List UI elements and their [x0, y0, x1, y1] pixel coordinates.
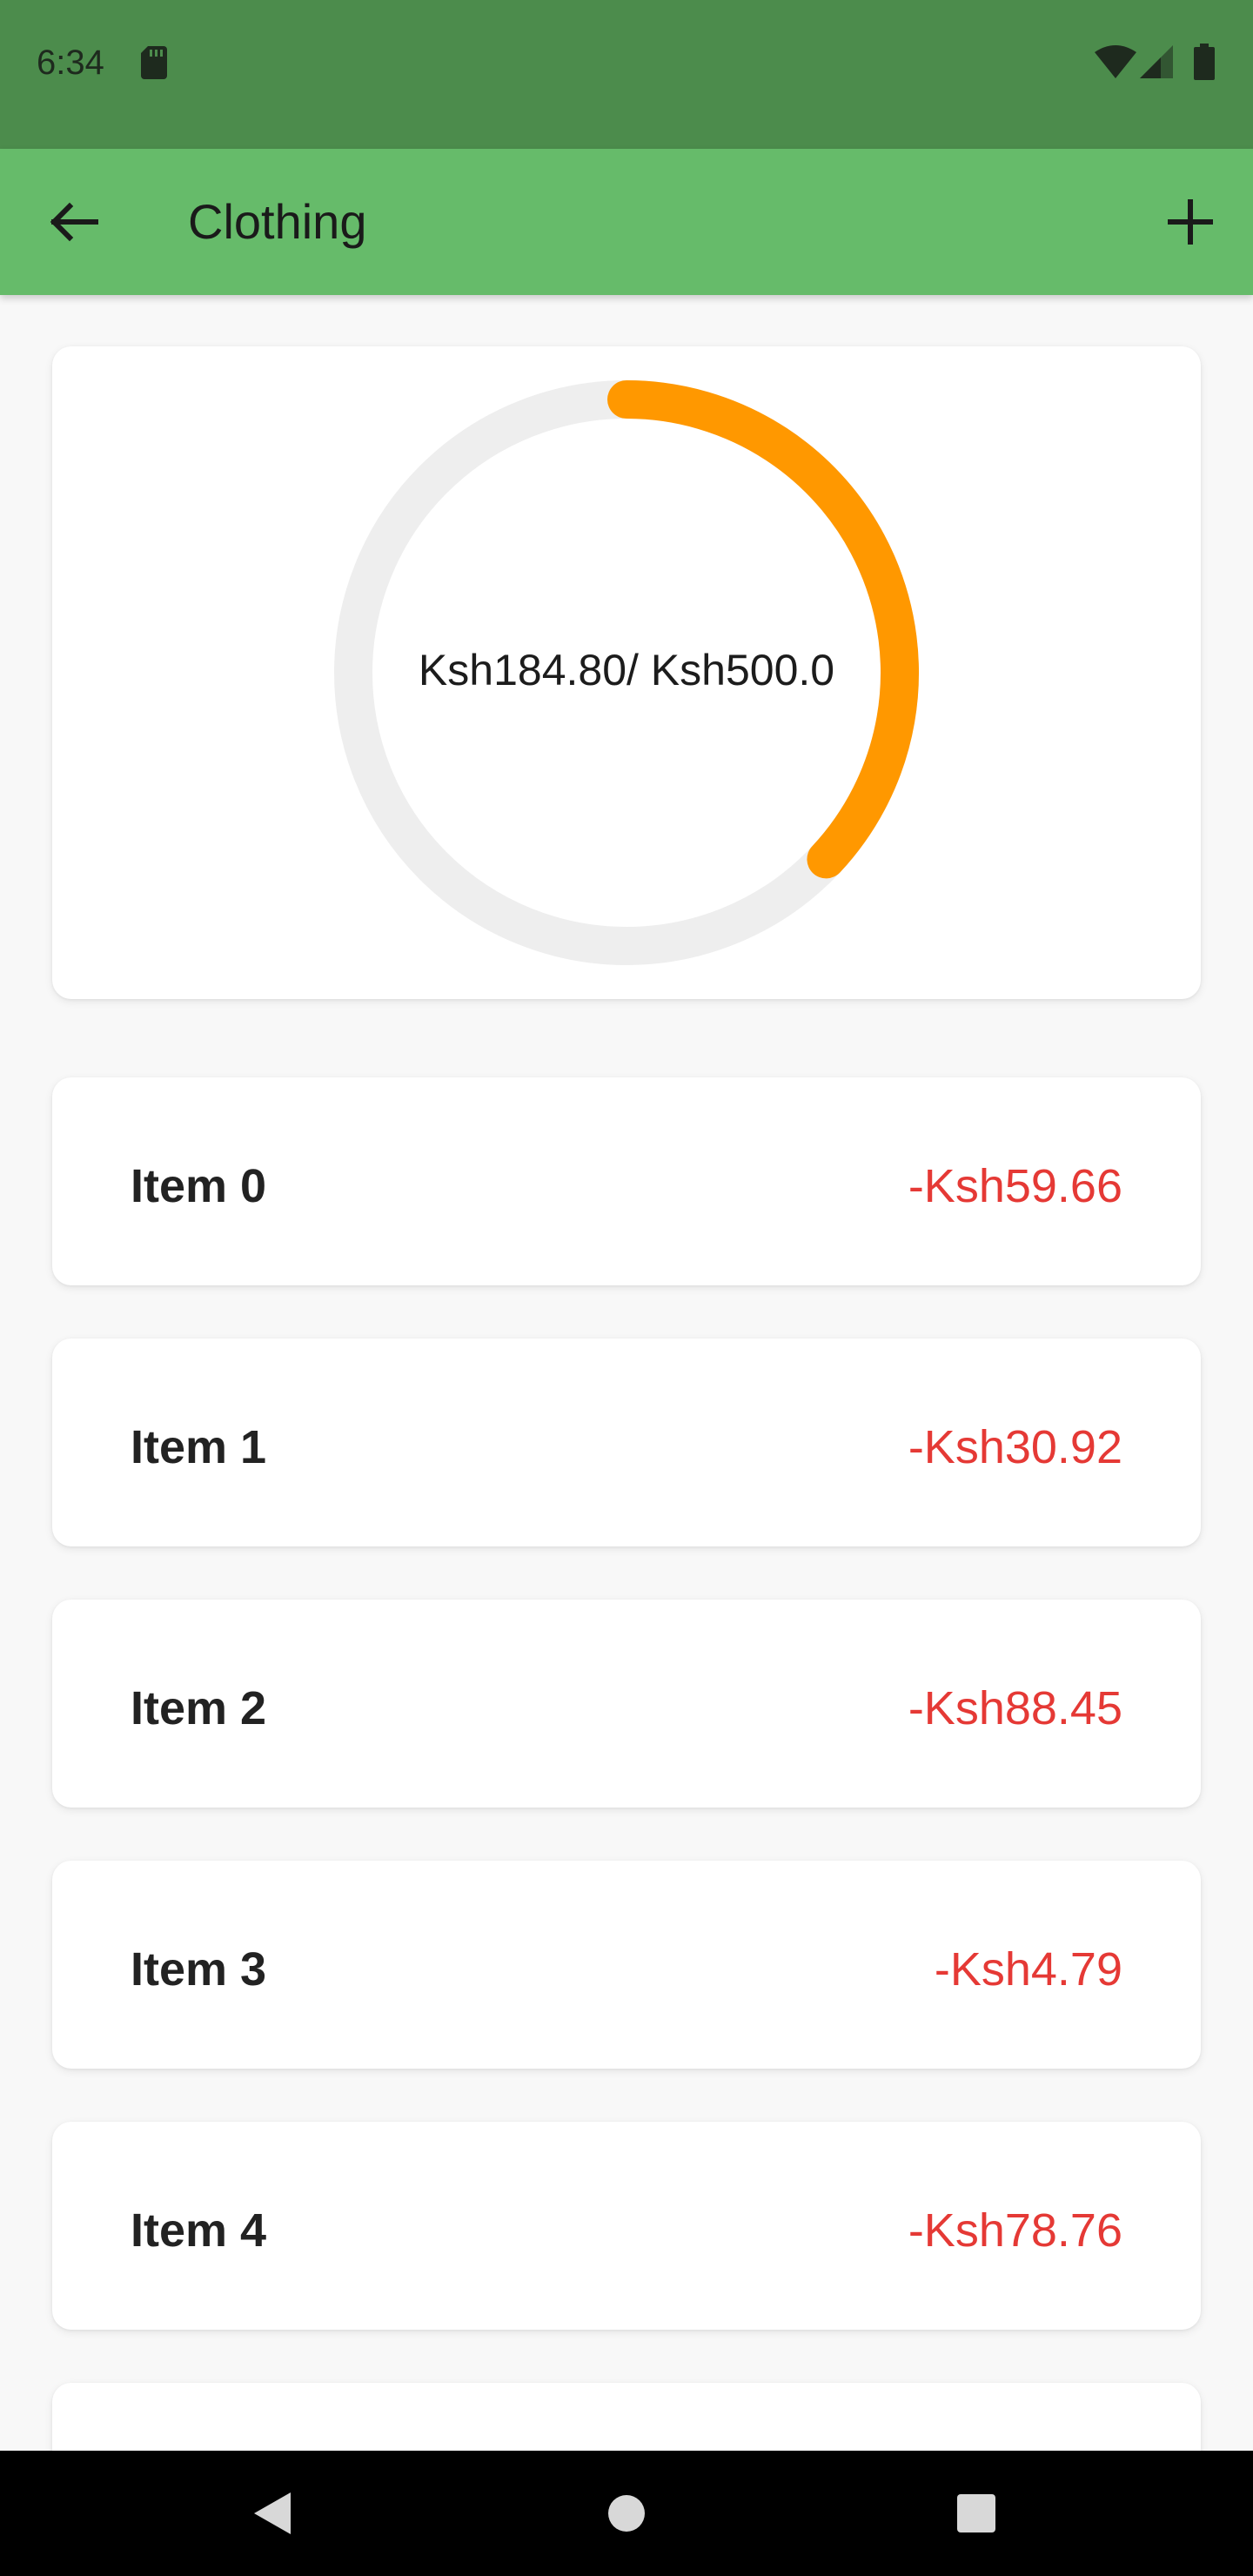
item-name: Item 2	[131, 1682, 267, 1734]
app-bar: Clothing	[0, 149, 1253, 295]
item-amount: -Ksh59.66	[908, 1160, 1122, 1212]
item-name: Item 4	[131, 2204, 267, 2257]
list-item[interactable]: Item 2 -Ksh88.45	[52, 1600, 1201, 1808]
item-name: Item 0	[131, 1160, 267, 1212]
status-bar: 6:34	[0, 0, 1253, 149]
page-title: Clothing	[188, 194, 367, 249]
battery-icon	[1194, 44, 1215, 80]
status-time: 6:34	[37, 44, 104, 82]
budget-label: Ksh184.80/ Ksh500.0	[418, 646, 835, 694]
sd-card-icon	[141, 46, 167, 79]
wifi-icon	[1095, 45, 1136, 78]
list-item[interactable]: Item 0 -Ksh59.66	[52, 1077, 1201, 1285]
item-name: Item 1	[131, 1421, 267, 1473]
nav-home-icon[interactable]	[595, 2482, 658, 2545]
nav-recents-icon[interactable]	[945, 2482, 1008, 2545]
item-name: Item 3	[131, 1943, 267, 1996]
nav-back-icon[interactable]	[242, 2482, 305, 2545]
budget-gauge-card: Ksh184.80/ Ksh500.0	[52, 346, 1201, 999]
item-amount: -Ksh4.79	[934, 1943, 1122, 1996]
cell-signal-icon	[1140, 45, 1173, 78]
screen: 6:34 Clothing Ksh184.80/ Ksh500.0 Item 0…	[0, 0, 1253, 2576]
add-icon[interactable]	[1152, 184, 1229, 260]
navigation-bar	[0, 2451, 1253, 2576]
item-amount: -Ksh78.76	[908, 2204, 1122, 2257]
list-item[interactable]: Item 4 -Ksh78.76	[52, 2122, 1201, 2330]
list-item[interactable]: Item 3 -Ksh4.79	[52, 1861, 1201, 2069]
item-amount: -Ksh88.45	[908, 1682, 1122, 1734]
progress-arc	[607, 380, 919, 879]
item-amount: -Ksh30.92	[908, 1421, 1122, 1473]
list-item[interactable]: Item 1 -Ksh30.92	[52, 1338, 1201, 1546]
back-arrow-icon[interactable]	[35, 184, 111, 260]
